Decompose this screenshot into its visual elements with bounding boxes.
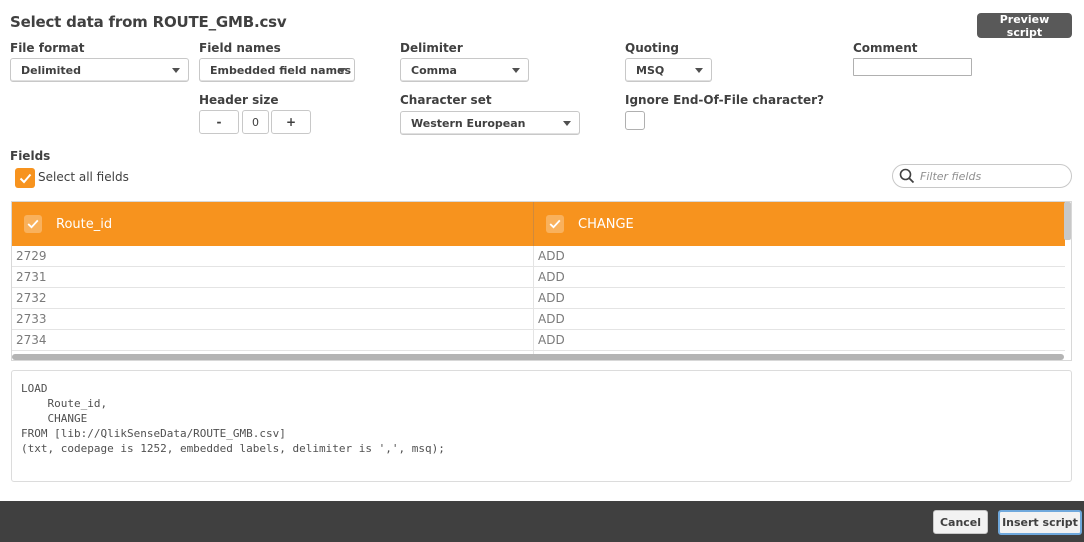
- file-format-value: Delimited: [21, 63, 81, 77]
- table-row: 2729 ADD: [12, 246, 1065, 267]
- column-checkbox[interactable]: [24, 215, 42, 233]
- checkmark-icon: [27, 219, 39, 229]
- column-checkbox[interactable]: [546, 215, 564, 233]
- header-size-increment-button[interactable]: +: [271, 110, 311, 134]
- ignore-eof-label: Ignore End-Of-File character?: [625, 93, 824, 107]
- checkmark-icon: [19, 173, 31, 183]
- chevron-down-icon: [338, 68, 346, 73]
- search-icon: [899, 168, 915, 184]
- table-row: 2731 ADD: [12, 267, 1065, 288]
- column-header-change[interactable]: CHANGE: [534, 202, 1065, 246]
- select-all-label: Select all fields: [38, 170, 129, 184]
- table-cell: ADD: [538, 291, 565, 305]
- table-cell: 2733: [12, 309, 534, 329]
- filter-fields-search[interactable]: Filter fields: [892, 164, 1072, 188]
- table-cell: ADD: [538, 312, 565, 326]
- quoting-dropdown[interactable]: MSQ: [625, 58, 712, 82]
- delimiter-label: Delimiter: [400, 41, 463, 55]
- delimiter-value: Comma: [411, 63, 457, 77]
- file-format-label: File format: [10, 41, 85, 55]
- horizontal-scrollbar[interactable]: [12, 354, 1064, 360]
- chevron-down-icon: [512, 68, 520, 73]
- field-names-value: Embedded field names: [210, 63, 352, 77]
- checkmark-icon: [549, 219, 561, 229]
- table-row: 2734 ADD: [12, 330, 1065, 351]
- header-size-label: Header size: [199, 93, 279, 107]
- dialog-title: Select data from ROUTE_GMB.csv: [10, 13, 287, 31]
- column-name: Route_id: [56, 216, 113, 232]
- column-header-route-id[interactable]: Route_id: [12, 202, 534, 246]
- character-set-label: Character set: [400, 93, 492, 107]
- cancel-button[interactable]: Cancel: [933, 510, 988, 534]
- chevron-down-icon: [172, 68, 180, 73]
- fields-label: Fields: [10, 149, 51, 163]
- table-cell: ADD: [538, 249, 565, 263]
- character-set-value: Western European: [411, 116, 526, 130]
- chevron-down-icon: [695, 68, 703, 73]
- field-names-label: Field names: [199, 41, 281, 55]
- table-row: 2732 ADD: [12, 288, 1065, 309]
- table-row: 2733 ADD: [12, 309, 1065, 330]
- table-cell: 2732: [12, 288, 534, 308]
- chevron-down-icon: [563, 121, 571, 126]
- data-preview-grid: Route_id CHANGE 2729 ADD 2731 ADD 2732 A…: [11, 201, 1072, 361]
- quoting-label: Quoting: [625, 41, 679, 55]
- file-format-dropdown[interactable]: Delimited: [10, 58, 189, 82]
- footer-bar: [0, 501, 1084, 542]
- insert-script-button[interactable]: Insert script: [998, 510, 1082, 535]
- ignore-eof-checkbox[interactable]: [625, 111, 645, 130]
- quoting-value: MSQ: [636, 63, 665, 77]
- column-name: CHANGE: [578, 216, 634, 232]
- table-cell: 2729: [12, 246, 534, 266]
- vertical-scrollbar[interactable]: [1064, 202, 1071, 240]
- delimiter-dropdown[interactable]: Comma: [400, 58, 529, 82]
- header-size-decrement-button[interactable]: -: [199, 110, 239, 134]
- comment-label: Comment: [853, 41, 918, 55]
- table-cell: ADD: [538, 270, 565, 284]
- script-preview: LOAD Route_id, CHANGE FROM [lib://QlikSe…: [11, 370, 1072, 482]
- preview-script-button[interactable]: Preview script: [977, 13, 1072, 39]
- table-cell: 2731: [12, 267, 534, 287]
- grid-header: Route_id CHANGE: [12, 202, 1065, 246]
- header-size-value[interactable]: 0: [242, 110, 269, 134]
- character-set-dropdown[interactable]: Western European: [400, 111, 580, 135]
- select-all-checkbox[interactable]: [15, 168, 35, 188]
- filter-fields-placeholder: Filter fields: [920, 169, 982, 183]
- table-cell: ADD: [538, 333, 565, 347]
- comment-input[interactable]: [853, 58, 972, 76]
- table-cell: 2734: [12, 330, 534, 350]
- field-names-dropdown[interactable]: Embedded field names: [199, 58, 355, 82]
